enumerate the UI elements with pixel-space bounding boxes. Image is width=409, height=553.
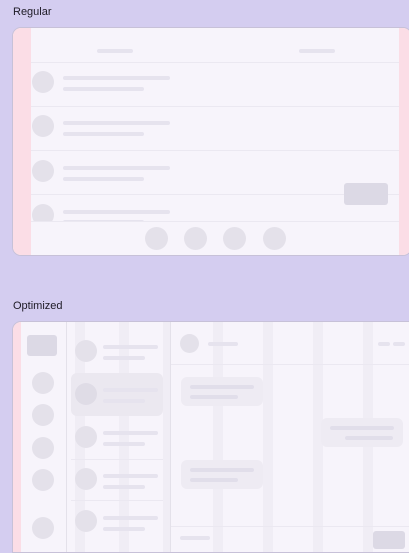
avatar: [75, 510, 97, 532]
rail-item-icon: [32, 437, 54, 459]
selected-list-item: [71, 373, 163, 416]
list-pane-divider: [170, 322, 171, 552]
list-item-title-placeholder: [103, 431, 158, 435]
composer-divider: [171, 526, 409, 527]
avatar: [75, 426, 97, 448]
avatar: [75, 468, 97, 490]
header-placeholder-left: [97, 49, 133, 53]
list-item-title-placeholder: [63, 166, 170, 170]
list-item-title-placeholder: [63, 76, 170, 80]
list-item-subtitle-placeholder: [63, 177, 144, 181]
right-margin-highlight: [399, 28, 409, 255]
nav-item-3-icon: [223, 227, 246, 250]
left-margin-highlight: [13, 28, 31, 255]
message-line-placeholder: [190, 385, 254, 389]
optimized-layout-frame: [12, 321, 409, 553]
nav-item-2-icon: [184, 227, 207, 250]
list-item-subtitle-placeholder: [103, 442, 145, 446]
detail-action-placeholder: [393, 342, 405, 346]
rail-item-icon: [32, 372, 54, 394]
list-item-subtitle-placeholder: [103, 356, 145, 360]
avatar: [32, 115, 54, 137]
message-line-placeholder: [190, 395, 238, 399]
message-line-placeholder: [345, 436, 393, 440]
message-line-placeholder: [190, 478, 238, 482]
header-divider: [31, 62, 399, 63]
message-line-placeholder: [330, 426, 394, 430]
rail-item-icon: [32, 517, 54, 539]
optimized-section-label: Optimized: [13, 300, 63, 312]
list-item-title-placeholder: [103, 474, 158, 478]
message-line-placeholder: [190, 468, 254, 472]
regular-section-label: Regular: [13, 6, 52, 18]
rail-item-icon: [32, 469, 54, 491]
column-guide: [263, 322, 273, 552]
list-item-title-placeholder: [103, 388, 158, 392]
list-item-subtitle-placeholder: [103, 527, 145, 531]
left-margin-highlight: [13, 322, 21, 552]
rail-menu-placeholder: [27, 335, 57, 356]
fab-placeholder: [344, 183, 388, 205]
detail-action-placeholder: [378, 342, 390, 346]
list-item-subtitle-placeholder: [103, 485, 145, 489]
list-item-subtitle-placeholder: [63, 87, 144, 91]
message-bubble: [181, 460, 263, 489]
nav-item-4-icon: [263, 227, 286, 250]
list-item-title-placeholder: [63, 210, 170, 214]
list-divider: [31, 150, 399, 151]
regular-layout-frame: [12, 27, 409, 256]
list-item-subtitle-placeholder: [103, 399, 145, 403]
rail-item-icon: [32, 404, 54, 426]
detail-avatar: [180, 334, 199, 353]
avatar: [32, 160, 54, 182]
detail-header-placeholder: [208, 342, 238, 346]
composer-placeholder: [180, 536, 210, 540]
avatar: [32, 71, 54, 93]
message-bubble: [181, 377, 263, 406]
rail-divider: [66, 322, 67, 552]
list-divider: [31, 106, 399, 107]
bottom-navigation: [31, 222, 399, 255]
send-placeholder: [373, 531, 405, 549]
list-item-title-placeholder: [103, 516, 158, 520]
message-bubble: [321, 418, 403, 447]
detail-header-divider: [171, 364, 409, 365]
list-item-title-placeholder: [63, 121, 170, 125]
column-guide: [213, 322, 223, 552]
list-divider: [71, 459, 163, 460]
list-item-subtitle-placeholder: [63, 132, 144, 136]
avatar: [75, 383, 97, 405]
header-placeholder-right: [299, 49, 335, 53]
nav-item-1-icon: [145, 227, 168, 250]
list-divider: [71, 500, 163, 501]
avatar: [75, 340, 97, 362]
list-item-title-placeholder: [103, 345, 158, 349]
